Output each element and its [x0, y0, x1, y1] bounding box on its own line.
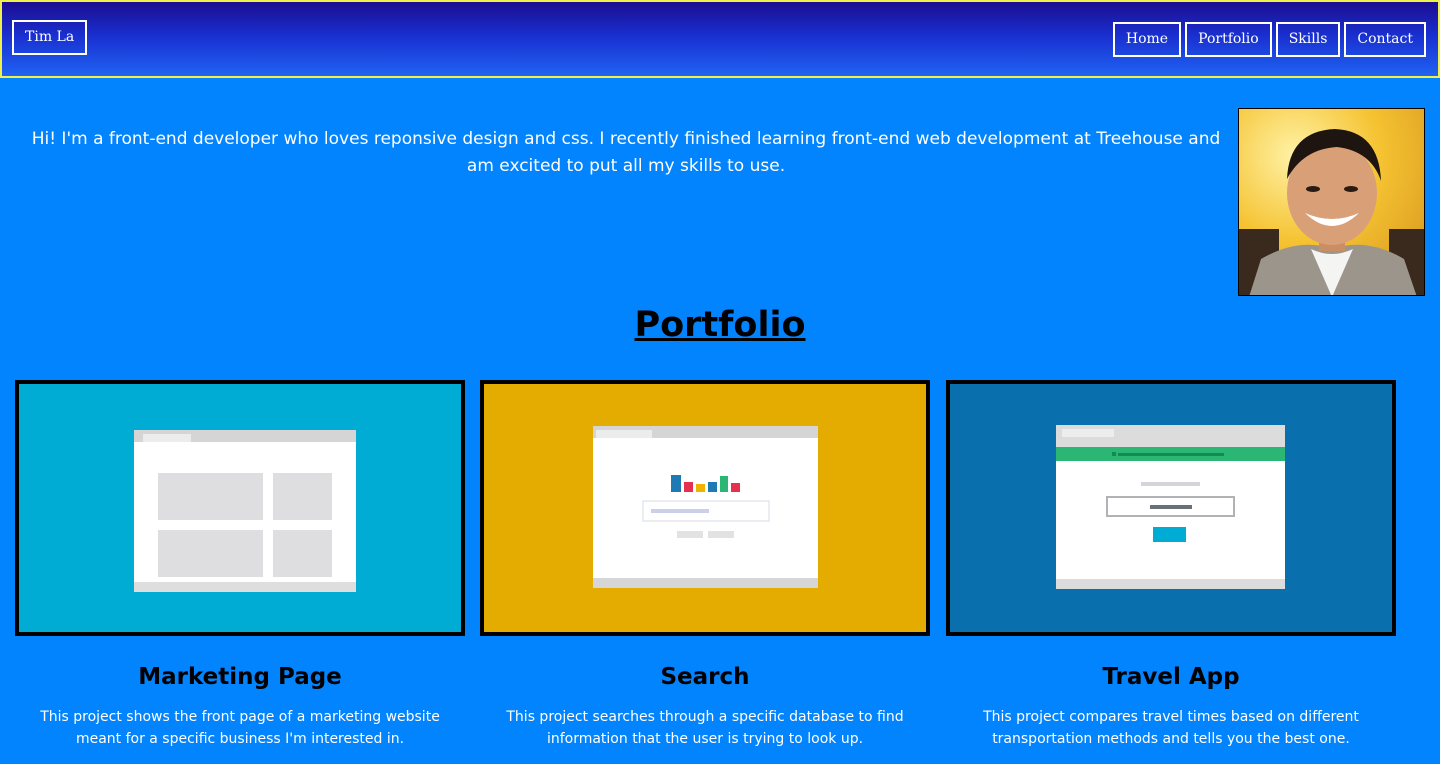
- nav-contact[interactable]: Contact: [1344, 22, 1426, 57]
- project-title: Marketing Page: [138, 664, 342, 690]
- brand-link[interactable]: Tim La: [12, 20, 88, 55]
- nav-skills[interactable]: Skills: [1275, 22, 1341, 57]
- project-description: This project searches through a specific…: [506, 709, 904, 747]
- site-header: Tim La Home Portfolio Skills Contact: [0, 0, 1440, 78]
- project-card-marketing: Marketing Page This project shows the fr…: [15, 380, 465, 750]
- project-thumbnail[interactable]: [946, 380, 1396, 636]
- project-card-travel: Travel App This project compares travel …: [946, 380, 1396, 750]
- project-card-search: Search This project searches through a s…: [480, 380, 930, 750]
- project-thumbnail[interactable]: [480, 380, 930, 636]
- project-description: This project shows the front page of a m…: [40, 709, 440, 747]
- intro-text: Hi! I'm a front-end developer who loves …: [31, 129, 1221, 176]
- project-thumbnail[interactable]: [15, 380, 465, 636]
- main-nav: Home Portfolio Skills Contact: [1112, 22, 1426, 57]
- project-description: This project compares travel times based…: [983, 709, 1359, 747]
- nav-portfolio[interactable]: Portfolio: [1185, 22, 1272, 57]
- nav-home[interactable]: Home: [1112, 22, 1182, 57]
- portfolio-title: Portfolio: [634, 305, 806, 345]
- project-title: Search: [660, 664, 750, 690]
- profile-photo: [1238, 108, 1425, 296]
- project-title: Travel App: [1102, 664, 1240, 690]
